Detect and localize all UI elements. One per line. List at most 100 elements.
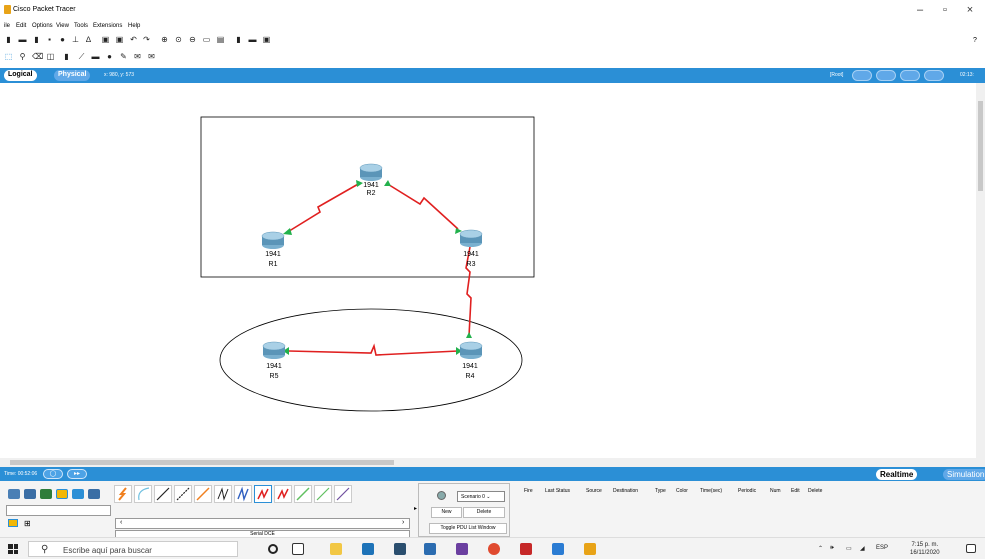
save-icon[interactable]: ▮ [32, 36, 41, 44]
acrobat-icon[interactable] [520, 543, 532, 555]
tab-logical[interactable]: Logical [4, 70, 37, 81]
media-icon[interactable] [456, 543, 468, 555]
wizard-icon[interactable]: ⊥ [71, 36, 80, 44]
menu-options[interactable]: Options [32, 23, 53, 29]
add-simple-pdu-icon[interactable]: ✉ [133, 53, 142, 61]
expand-arrow-icon[interactable]: ▸ [414, 505, 417, 512]
new-cluster-button[interactable] [900, 70, 920, 81]
picture-icon[interactable]: ▣ [262, 36, 271, 44]
octal-cable-icon[interactable] [294, 485, 312, 503]
open-file-icon[interactable]: ▬ [18, 36, 27, 44]
notifications-icon[interactable] [966, 544, 976, 553]
scroll-thumb[interactable] [10, 460, 394, 465]
resize-icon[interactable]: ◫ [46, 53, 55, 61]
delete-icon[interactable]: ⌫ [32, 53, 43, 61]
scroll-right-icon[interactable]: › [402, 519, 404, 526]
menu-file[interactable]: ile [4, 23, 10, 29]
language-indicator[interactable]: ESP [876, 545, 888, 551]
info-icon[interactable]: ● [58, 36, 67, 44]
device-scroller[interactable] [115, 518, 410, 529]
device-search-field[interactable] [6, 505, 111, 516]
cluster-icon[interactable] [876, 70, 896, 81]
cortana-icon[interactable] [268, 544, 278, 554]
auto-connection-icon[interactable] [114, 485, 132, 503]
tab-physical[interactable]: Physical [54, 70, 91, 81]
zoom-out-icon[interactable]: ⊖ [188, 36, 197, 44]
battery-icon[interactable]: ▭ [846, 545, 852, 552]
tab-realtime[interactable]: Realtime [876, 469, 918, 480]
search-inspect-icon[interactable]: ⚲ [18, 53, 27, 61]
custom-device-icon[interactable]: ▤ [216, 36, 225, 44]
scroll-thumb[interactable] [978, 101, 983, 191]
menu-help[interactable]: Help [128, 23, 140, 29]
draw-ellipse-icon[interactable]: ● [105, 53, 114, 61]
vertical-scrollbar[interactable] [976, 83, 985, 458]
menu-tools[interactable]: Tools [74, 23, 88, 29]
viewport-icon[interactable] [924, 70, 944, 81]
task-view-icon[interactable] [292, 543, 304, 555]
redo-icon[interactable]: ↷ [142, 36, 151, 44]
network-info-icon[interactable]: ∆ [84, 36, 93, 44]
network-icon[interactable]: ◢ [860, 545, 865, 552]
drawing-palette-icon[interactable]: ▭ [202, 36, 211, 44]
coaxial-icon[interactable] [234, 485, 252, 503]
straight-through-icon[interactable] [154, 485, 172, 503]
usb-cable-icon[interactable] [334, 485, 352, 503]
add-complex-pdu-icon[interactable]: ✉ [147, 53, 156, 61]
connections-icon[interactable] [56, 489, 68, 499]
fast-forward-button[interactable]: ▸▸ [67, 469, 87, 479]
fiber-icon[interactable] [194, 485, 212, 503]
device-template-icon[interactable]: ▮ [234, 36, 243, 44]
phone-cable-icon[interactable] [214, 485, 232, 503]
menu-edit[interactable]: Edit [16, 23, 26, 29]
matlab-icon[interactable] [424, 543, 436, 555]
close-button[interactable]: × [962, 4, 978, 16]
logical-workspace[interactable]: 1941 R2 1941 R1 1941 R3 1941 R5 1941 R4 [0, 83, 985, 458]
end-devices-icon[interactable] [24, 489, 36, 499]
draw-line-icon[interactable]: ⟋ [77, 53, 86, 61]
serial-dce-icon[interactable] [254, 485, 272, 503]
print-icon[interactable]: ▪ [45, 36, 54, 44]
iot-cable-icon[interactable] [314, 485, 332, 503]
new-file-icon[interactable]: ▮ [4, 36, 13, 44]
undo-icon[interactable]: ↶ [129, 36, 138, 44]
misc-icon[interactable] [72, 489, 84, 499]
app-icon[interactable] [362, 543, 374, 555]
store-icon[interactable] [394, 543, 406, 555]
help-mark[interactable]: ? [973, 37, 977, 44]
toggle-pdu-list-button[interactable]: Toggle PDU List Window [429, 523, 507, 534]
scenario-select[interactable]: Scenario 0 ⌄ [457, 491, 505, 502]
back-button[interactable] [852, 70, 872, 81]
copy-icon[interactable]: ▣ [101, 36, 110, 44]
outlook-icon[interactable] [552, 543, 564, 555]
taskbar-search[interactable]: ⚲ Escribe aquí para buscar [28, 541, 238, 557]
grid-view-icon[interactable]: ⊞ [24, 519, 31, 528]
delete-scenario-button[interactable]: Delete [463, 507, 505, 518]
root-label[interactable]: [Root] [830, 72, 843, 78]
network-devices-icon[interactable] [8, 489, 20, 499]
place-note-icon[interactable]: ▮ [62, 53, 71, 61]
maximize-button[interactable]: ▫ [937, 4, 953, 16]
tray-clock[interactable]: 7:15 p. m. 16/11/2020 [910, 541, 940, 557]
volume-icon[interactable]: 🕪 [830, 545, 834, 552]
tray-overflow-icon[interactable]: ⌃ [818, 545, 823, 552]
tab-simulation[interactable]: Simulation [943, 469, 985, 480]
cross-over-icon[interactable] [174, 485, 192, 503]
serial-dte-icon[interactable] [274, 485, 292, 503]
draw-rectangle-icon[interactable]: ▬ [91, 53, 100, 61]
packet-tracer-task-icon[interactable] [584, 543, 596, 555]
multiuser-icon[interactable] [88, 489, 100, 499]
horizontal-scrollbar[interactable] [0, 458, 985, 467]
chrome-icon[interactable] [488, 543, 500, 555]
zoom-reset-icon[interactable]: ⊙ [174, 36, 183, 44]
minimize-button[interactable]: – [912, 4, 928, 16]
freeform-icon[interactable]: ✎ [119, 53, 128, 61]
menu-extensions[interactable]: Extensions [93, 23, 122, 29]
activity-wizard-icon[interactable]: ▬ [248, 36, 257, 44]
scroll-left-icon[interactable]: ‹ [120, 519, 122, 526]
windows-start-icon[interactable] [8, 544, 18, 554]
new-scenario-button[interactable]: New [431, 507, 462, 518]
power-cycle-button[interactable]: ◯ [43, 469, 63, 479]
components-icon[interactable] [40, 489, 52, 499]
paste-icon[interactable]: ▣ [115, 36, 124, 44]
